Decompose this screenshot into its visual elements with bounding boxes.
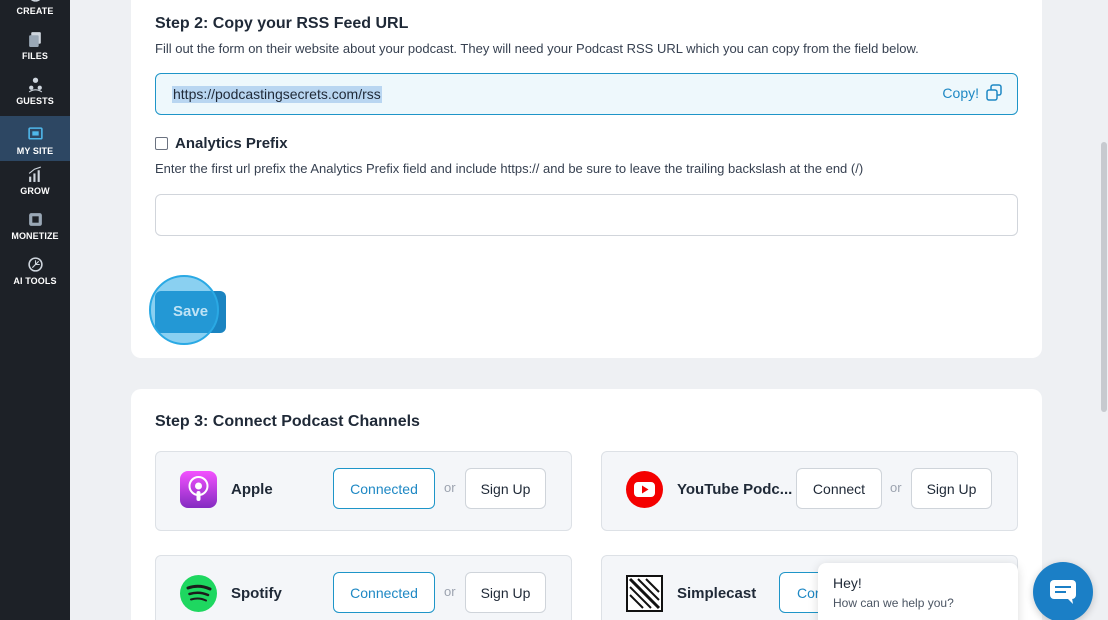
step2-description: Fill out the form on their website about… — [155, 41, 919, 56]
create-icon — [30, 0, 40, 2]
nav-label-grow: GROW — [20, 186, 50, 196]
grow-icon — [28, 166, 41, 182]
nav-label-guests: GUESTS — [16, 96, 54, 106]
nav-item-guests[interactable]: GUESTS — [0, 66, 70, 111]
step3-title: Step 3: Connect Podcast Channels — [155, 413, 420, 430]
copy-button[interactable]: Copy! — [942, 84, 1003, 102]
simplecast-icon — [626, 575, 663, 612]
rss-url-value[interactable]: https://podcastingsecrets.com/rss — [172, 86, 382, 103]
nav-item-my-site[interactable]: MY SITE — [0, 116, 70, 161]
connect-button[interactable]: Connect — [796, 468, 882, 509]
rss-url-field[interactable]: https://podcastingsecrets.com/rss Copy! — [155, 73, 1018, 115]
nav-item-files[interactable]: FILES — [0, 21, 70, 66]
youtube-icon — [626, 471, 663, 508]
chat-icon — [1050, 580, 1076, 604]
analytics-prefix-input[interactable] — [155, 194, 1018, 236]
channel-name: Apple — [231, 481, 273, 498]
or-text: or — [444, 584, 456, 599]
guests-icon — [28, 77, 42, 93]
sign-up-button[interactable]: Sign Up — [465, 468, 546, 509]
spotify-icon — [180, 575, 217, 612]
nav-item-grow[interactable]: GROW — [0, 156, 70, 201]
analytics-prefix-label: Analytics Prefix — [175, 135, 288, 152]
channel-tile-apple: Apple Connected or Sign Up — [155, 451, 572, 531]
connected-button[interactable]: Connected — [333, 572, 435, 613]
monetize-icon — [28, 213, 42, 226]
analytics-prefix-checkbox[interactable] — [155, 137, 168, 150]
scrollbar-thumb[interactable] — [1101, 142, 1107, 412]
chat-launcher-button[interactable] — [1033, 562, 1093, 620]
copy-icon — [986, 84, 1002, 101]
nav-label-files: FILES — [21, 51, 48, 61]
channel-tile-spotify: Spotify Connected or Sign Up — [155, 555, 572, 620]
or-text: or — [444, 480, 456, 495]
apple-podcasts-icon — [180, 471, 217, 508]
nav-item-monetize[interactable]: MONETIZE — [0, 201, 70, 246]
connected-button[interactable]: Connected — [333, 468, 435, 509]
channel-name: Spotify — [231, 585, 282, 602]
or-text: or — [890, 480, 902, 495]
sign-up-button[interactable]: Sign Up — [465, 572, 546, 613]
step2-title: Step 2: Copy your RSS Feed URL — [155, 15, 409, 32]
my-site-icon — [27, 127, 43, 140]
nav-label-my-site: MY SITE — [16, 146, 54, 156]
nav-label-monetize: MONETIZE — [11, 231, 59, 241]
files-icon — [28, 32, 41, 47]
channel-name: YouTube Podc... — [677, 481, 793, 498]
chat-bubble[interactable]: Hey! How can we help you? — [818, 563, 1018, 620]
page-scrollbar[interactable] — [1100, 0, 1108, 620]
chat-subtitle: How can we help you? — [833, 596, 954, 610]
nav-label-create: CREATE — [16, 6, 54, 16]
save-label: Save — [173, 303, 209, 320]
chat-title: Hey! — [833, 575, 862, 591]
nav-item-ai-tools[interactable]: AI TOOLS — [0, 246, 70, 291]
channel-tile-youtube: YouTube Podc... Connect or Sign Up — [601, 451, 1018, 531]
channel-name: Simplecast — [677, 585, 757, 602]
ai-tools-icon — [27, 257, 43, 272]
sign-up-button[interactable]: Sign Up — [911, 468, 992, 509]
nav-label-ai-tools: AI TOOLS — [13, 276, 57, 286]
analytics-prefix-description: Enter the first url prefix the Analytics… — [155, 161, 864, 176]
sidebar: CREATE FILES GUESTS MY SITE GROW MONETIZ… — [0, 0, 70, 620]
copy-label: Copy! — [942, 85, 979, 101]
nav-item-create[interactable]: CREATE — [0, 0, 70, 21]
